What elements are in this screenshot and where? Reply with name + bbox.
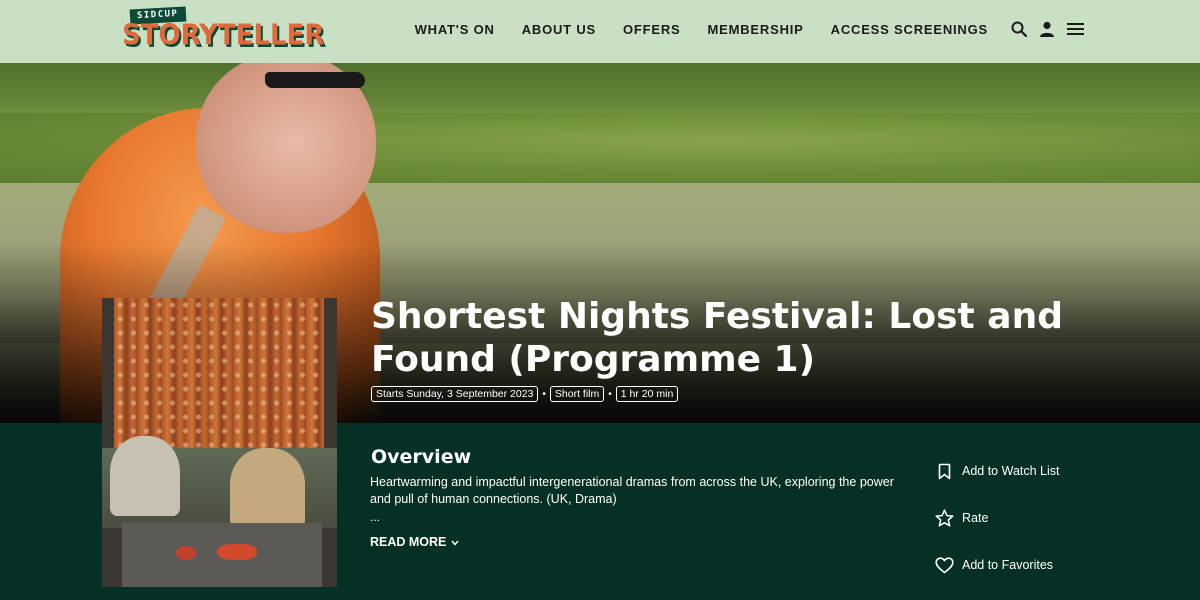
nav-item-access-screenings[interactable]: ACCESS SCREENINGS: [831, 22, 988, 37]
heart-icon: [934, 555, 954, 575]
star-icon: [934, 508, 954, 528]
add-to-favorites-button[interactable]: Add to Favorites: [934, 553, 1060, 577]
menu-icon[interactable]: [1066, 18, 1084, 40]
user-icon[interactable]: [1038, 18, 1056, 40]
site-logo[interactable]: SIDCUP STORYTELLER: [120, 6, 324, 56]
site-header: SIDCUP STORYTELLER WHAT'S ON ABOUT US OF…: [0, 0, 1200, 63]
add-to-favorites-label: Add to Favorites: [962, 558, 1054, 572]
read-more-button[interactable]: READ MORE: [370, 535, 459, 549]
overview-ellipsis: ...: [370, 510, 381, 524]
rate-button[interactable]: Rate: [934, 506, 1060, 530]
search-icon[interactable]: [1010, 18, 1028, 40]
overview-text: Heartwarming and impactful intergenerati…: [370, 475, 894, 506]
poster-fruit-bowl: [217, 544, 257, 560]
read-more-label: READ MORE: [370, 535, 447, 549]
poster-person-right: [230, 448, 305, 528]
add-to-watch-list-button[interactable]: Add to Watch List: [934, 459, 1060, 483]
tag-duration: 1 hr 20 min: [615, 386, 679, 402]
chevron-down-icon: [451, 535, 459, 549]
film-tags: Starts Sunday, 3 September 2023 • Short …: [371, 386, 679, 402]
logo-title: STORYTELLER: [122, 19, 325, 53]
nav-item-offers[interactable]: OFFERS: [623, 22, 681, 37]
nav-item-about-us[interactable]: ABOUT US: [522, 22, 596, 37]
tag-genre: Short film: [549, 386, 605, 402]
film-poster: [102, 298, 337, 587]
film-actions: Add to Watch List Rate Add to Favorites: [934, 459, 1060, 600]
poster-fruit: [176, 546, 196, 560]
hero-figure-glasses: [265, 72, 365, 88]
add-to-watch-list-label: Add to Watch List: [962, 464, 1060, 478]
nav-item-whats-on[interactable]: WHAT'S ON: [415, 22, 495, 37]
nav-item-membership[interactable]: MEMBERSHIP: [708, 22, 804, 37]
poster-person-left: [110, 436, 180, 516]
tag-separator: •: [608, 388, 612, 400]
tag-start-date: Starts Sunday, 3 September 2023: [371, 386, 539, 402]
bookmark-icon: [934, 461, 954, 481]
rate-label: Rate: [962, 511, 989, 525]
film-title: Shortest Nights Festival: Lost and Found…: [371, 296, 1063, 380]
hero-figure-head: [196, 63, 376, 233]
overview-heading: Overview: [371, 446, 472, 468]
main-nav: WHAT'S ON ABOUT US OFFERS MEMBERSHIP ACC…: [388, 22, 988, 37]
tag-separator: •: [542, 388, 546, 400]
header-icons: [1010, 18, 1094, 40]
poster-curtain-pattern: [114, 298, 324, 456]
